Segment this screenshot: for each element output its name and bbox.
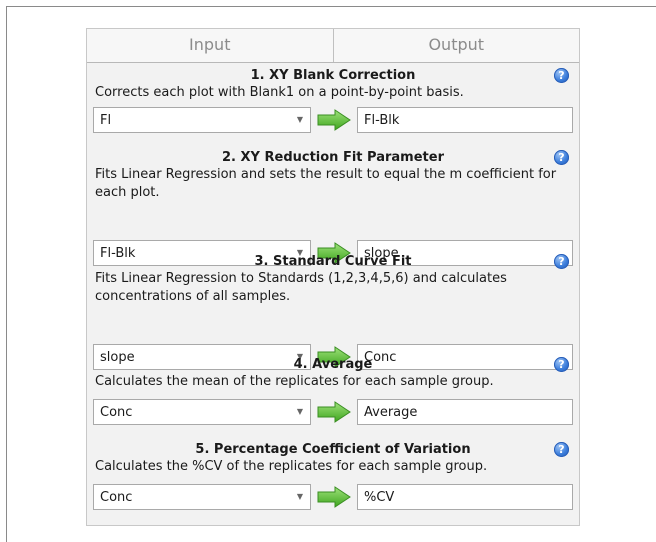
chevron-down-icon[interactable]: ▼ [290, 108, 310, 132]
step-title: 5. Percentage Coefficient of Variation [195, 442, 471, 457]
input-select-value: Fl [100, 113, 112, 128]
step-title: 4. Average [293, 357, 373, 372]
protocol-panel: Input Output 1. XY Blank Correction ? Co… [86, 28, 580, 526]
step-1: 1. XY Blank Correction ? Corrects each p… [87, 63, 579, 143]
step-description: Fits Linear Regression and sets the resu… [95, 167, 557, 200]
input-select[interactable]: Conc ▼ [93, 484, 311, 510]
step-3: 3. Standard Curve Fit ? Fits Linear Regr… [87, 249, 579, 370]
step-description: Calculates the %CV of the replicates for… [95, 459, 488, 474]
step-title: 3. Standard Curve Fit [254, 254, 412, 269]
help-icon[interactable]: ? [554, 254, 569, 269]
input-select[interactable]: Fl ▼ [93, 107, 311, 133]
tab-input[interactable]: Input [87, 29, 333, 62]
help-icon[interactable]: ? [554, 150, 569, 165]
help-icon[interactable]: ? [554, 357, 569, 372]
input-select[interactable]: Conc ▼ [93, 399, 311, 425]
step-5: 5. Percentage Coefficient of Variation ?… [87, 437, 579, 519]
help-icon[interactable]: ? [554, 68, 569, 83]
step-4: 4. Average ? Calculates the mean of the … [87, 353, 579, 435]
arrow-right-icon [317, 401, 351, 423]
tab-bar: Input Output [87, 29, 579, 63]
help-icon[interactable]: ? [554, 442, 569, 457]
output-name-field[interactable] [357, 399, 573, 425]
chevron-down-icon[interactable]: ▼ [290, 485, 310, 509]
input-select-value: Conc [100, 490, 133, 505]
arrow-right-icon [317, 486, 351, 508]
step-title: 1. XY Blank Correction [250, 68, 416, 83]
arrow-right-icon [317, 109, 351, 131]
input-select-value: Conc [100, 405, 133, 420]
output-name-field[interactable] [357, 107, 573, 133]
step-title: 2. XY Reduction Fit Parameter [222, 150, 444, 165]
step-description: Calculates the mean of the replicates fo… [95, 374, 494, 389]
step-description: Corrects each plot with Blank1 on a poin… [95, 85, 464, 100]
output-name-field[interactable] [357, 484, 573, 510]
step-2: 2. XY Reduction Fit Parameter ? Fits Lin… [87, 145, 579, 266]
step-description: Fits Linear Regression to Standards (1,2… [95, 271, 507, 304]
chevron-down-icon[interactable]: ▼ [290, 400, 310, 424]
tab-output[interactable]: Output [332, 29, 580, 62]
